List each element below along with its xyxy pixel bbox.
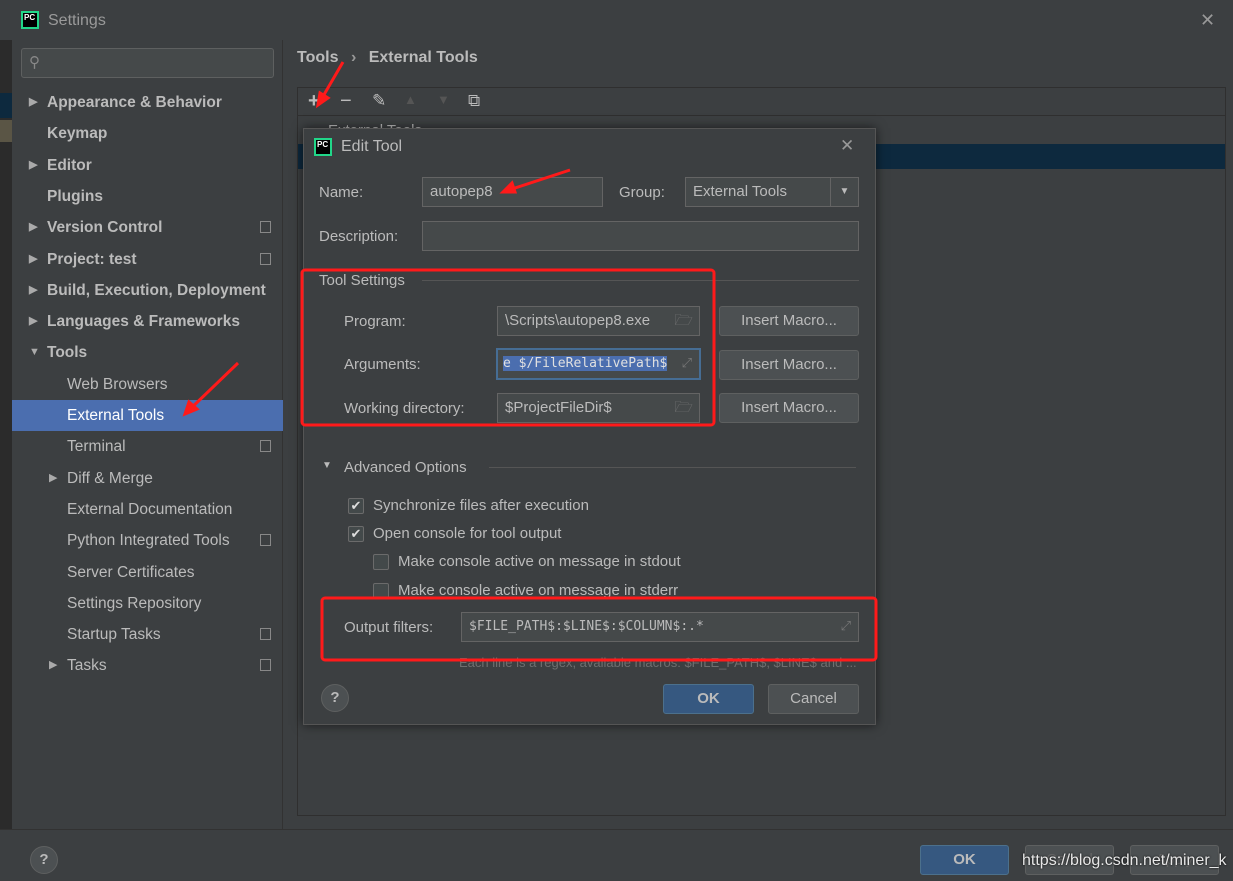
annotation-arrow-external-tools (182, 361, 240, 417)
annotation-arrow-add (315, 61, 345, 109)
annotation-overlay (182, 61, 878, 662)
watermark: https://blog.csdn.net/miner_k (1022, 852, 1227, 869)
annotation-arrow-name (499, 168, 571, 194)
annotation-box-output-filters (320, 596, 878, 662)
annotation-box-tool-settings (300, 268, 716, 427)
